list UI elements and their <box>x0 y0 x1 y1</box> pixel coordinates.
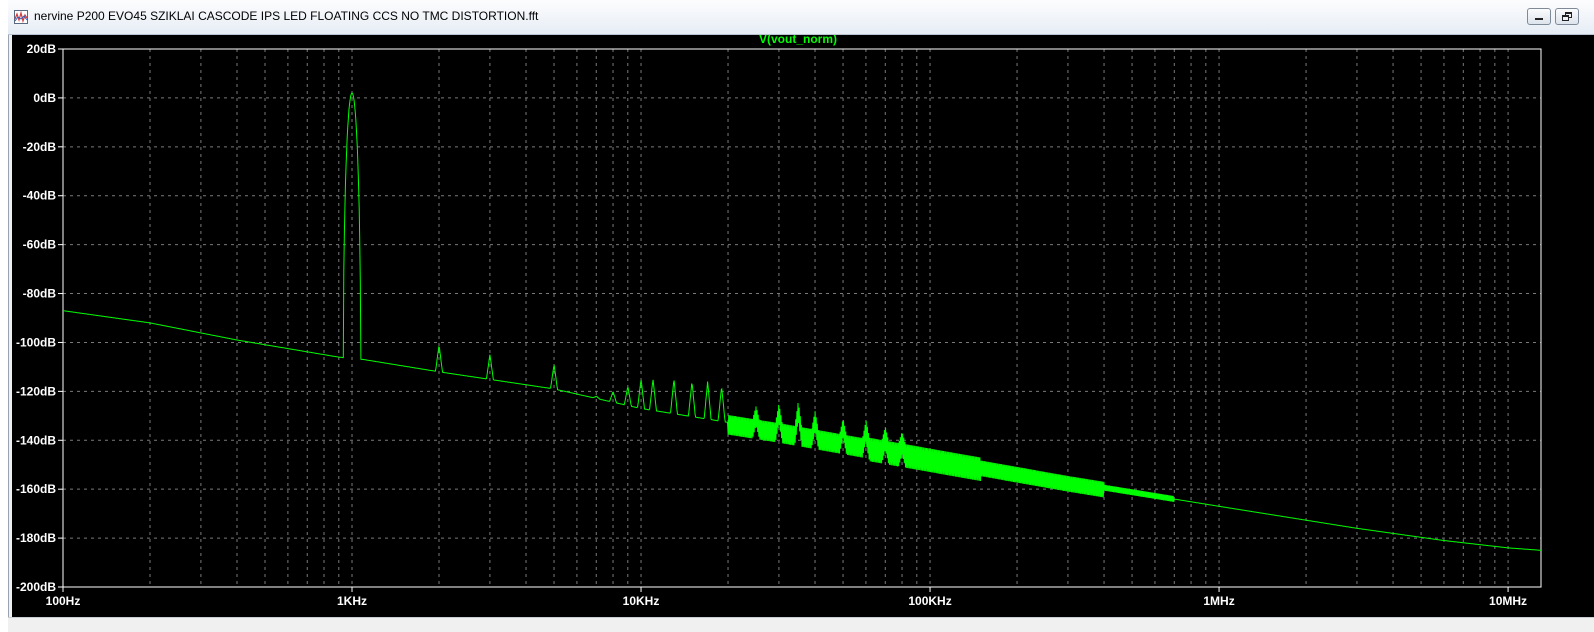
y-tick-label: -120dB <box>16 384 56 398</box>
x-tick-label: 10MHz <box>1489 594 1527 608</box>
y-tick-label: 0dB <box>33 91 56 105</box>
trace[interactable] <box>63 92 1541 551</box>
y-tick-label: 20dB <box>27 42 57 56</box>
y-tick-label: -40dB <box>23 189 57 203</box>
y-tick-label: -200dB <box>16 580 56 594</box>
minimize-button[interactable] <box>1527 8 1551 25</box>
fft-waveform-window: nervine P200 EVO45 SZIKLAI CASCODE IPS L… <box>0 0 1594 632</box>
y-tick-label: -180dB <box>16 531 56 545</box>
minimize-icon <box>1535 18 1543 20</box>
x-tick-label: 100KHz <box>908 594 951 608</box>
x-tick-label: 100Hz <box>46 594 81 608</box>
plot-pane[interactable]: 20dB 0dB -20dB -40dB -60dB -80dB -100dB -120dB -… <box>12 32 1594 617</box>
series-line-vout-norm[interactable] <box>63 92 1541 551</box>
title-bar[interactable]: nervine P200 EVO45 SZIKLAI CASCODE IPS L… <box>8 0 1594 35</box>
x-tick-label: 1MHz <box>1203 594 1234 608</box>
grid <box>62 48 1541 588</box>
y-tick-label: -20dB <box>23 140 57 154</box>
status-strip <box>8 617 1594 632</box>
restore-button[interactable] <box>1555 8 1579 25</box>
fft-plot[interactable]: 20dB 0dB -20dB -40dB -60dB -80dB -100dB -120dB -… <box>12 32 1594 617</box>
y-tick-label: -60dB <box>23 238 57 252</box>
x-axis-ticks: 100Hz 1KHz 10KHz 100KHz 1MHz 10MHz <box>46 587 1527 608</box>
window-title: nervine P200 EVO45 SZIKLAI CASCODE IPS L… <box>34 9 539 23</box>
plot-border <box>62 48 1542 588</box>
y-tick-label: -160dB <box>16 482 56 496</box>
window-left-edge <box>0 0 9 632</box>
y-tick-label: -100dB <box>16 335 56 349</box>
x-tick-label: 10KHz <box>623 594 660 608</box>
trace-title[interactable]: V(vout_norm) <box>759 32 837 46</box>
x-tick-label: 1KHz <box>337 594 367 608</box>
y-axis-ticks: 20dB 0dB -20dB -40dB -60dB -80dB -100dB -120dB -… <box>16 42 63 594</box>
plot-frame <box>62 48 1542 588</box>
y-tick-label: -80dB <box>23 287 57 301</box>
waveform-document-icon <box>14 10 28 24</box>
y-tick-label: -140dB <box>16 433 56 447</box>
